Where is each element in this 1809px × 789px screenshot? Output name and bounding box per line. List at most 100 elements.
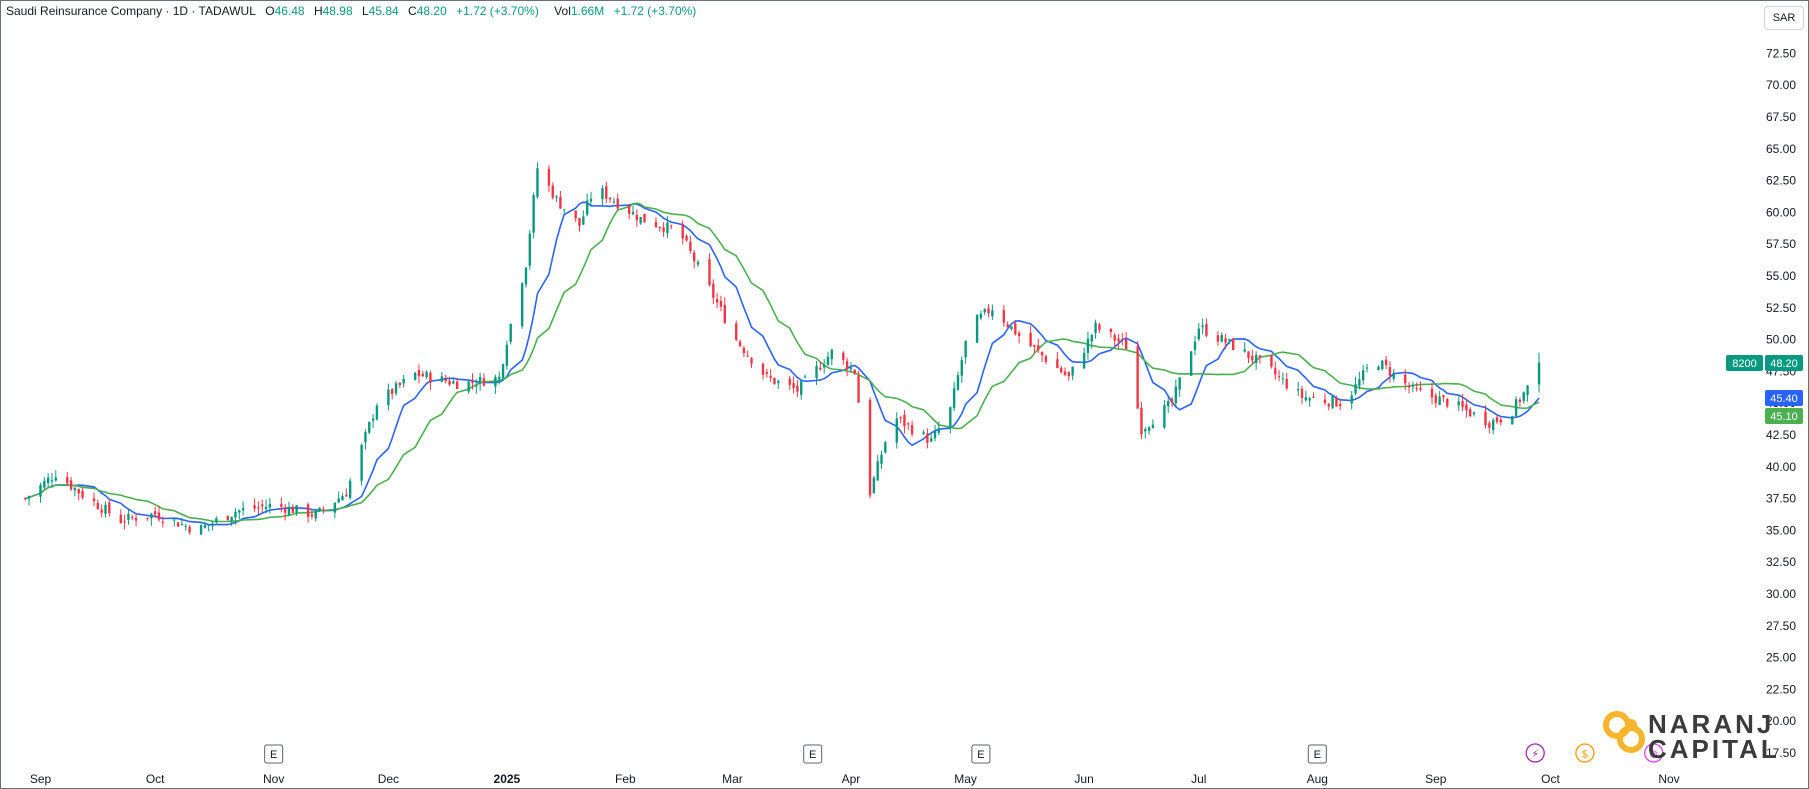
price-label: 45.40	[1770, 393, 1798, 405]
candle-body	[1189, 351, 1193, 376]
x-tick-label: Aug	[1307, 772, 1328, 786]
candle-body	[46, 477, 50, 484]
candle-body	[1381, 360, 1384, 370]
candle-body	[845, 361, 849, 370]
candle-body	[1361, 370, 1365, 381]
x-tick-label: Nov	[263, 772, 284, 786]
y-tick-label: 67.50	[1766, 110, 1796, 124]
candle-body	[681, 224, 684, 239]
candle-body	[1296, 388, 1300, 391]
candle-body	[368, 421, 371, 433]
candle-body	[899, 417, 902, 419]
candle-body	[1419, 388, 1422, 390]
candle-body	[1518, 399, 1522, 403]
y-tick-label: 30.00	[1766, 587, 1796, 601]
candle-body	[498, 376, 501, 380]
candle-body	[933, 430, 937, 439]
countdown-label: 8200	[1732, 358, 1756, 370]
candle-body	[92, 498, 96, 502]
candle-body	[1469, 409, 1472, 417]
candle-body	[54, 477, 57, 481]
event-markers[interactable]: E E E E ⚡ $ ⊘	[264, 743, 1664, 764]
candle-body	[964, 340, 967, 358]
candle-body	[922, 432, 925, 434]
x-tick-label: Apr	[842, 772, 861, 786]
time-axis[interactable]: Sep Oct Nov Dec 2025 Feb Mar Apr May Jun Jul Aug Sep…	[30, 772, 1680, 786]
price-label: 45.10	[1770, 411, 1798, 423]
candle-body	[1407, 385, 1411, 388]
candle-body	[131, 516, 134, 518]
candle-body	[601, 188, 604, 200]
candle-body	[1404, 374, 1407, 384]
candle-body	[1499, 419, 1502, 423]
candle-body	[1059, 367, 1063, 373]
x-tick-label: Oct	[1541, 772, 1560, 786]
candle-body	[1136, 346, 1139, 409]
candle-body	[578, 217, 581, 226]
y-tick-label: 65.00	[1766, 142, 1796, 156]
candle-body	[1300, 388, 1304, 398]
candle-body	[467, 381, 470, 392]
candle-body	[857, 375, 860, 403]
candle-body	[842, 352, 845, 360]
candle-body	[287, 506, 291, 516]
candle-body	[692, 252, 696, 262]
x-tick-label: 2025	[494, 772, 521, 786]
candle-body	[1511, 415, 1514, 425]
candle-body	[574, 210, 577, 219]
candle-body	[1121, 338, 1124, 340]
candle-body	[1430, 388, 1434, 398]
brand-text: NARANJ CAPITAL	[1648, 711, 1780, 764]
candles	[24, 162, 1541, 535]
candle-body	[375, 405, 379, 420]
candle-body	[987, 308, 990, 314]
candle-body	[66, 477, 69, 484]
earnings-marker: E	[809, 749, 816, 761]
candle-body	[73, 488, 77, 491]
candle-body	[226, 515, 230, 520]
candle-body	[482, 378, 486, 386]
candle-body	[1201, 325, 1204, 328]
candle-body	[1017, 332, 1021, 336]
candle-body	[803, 376, 807, 378]
candle-body	[100, 509, 103, 513]
candle-body	[1327, 403, 1330, 407]
candle-body	[910, 425, 914, 435]
candle-body	[153, 511, 157, 515]
candle-body	[238, 510, 241, 513]
candle-body	[612, 201, 616, 203]
candle-body	[1358, 379, 1361, 386]
candle-body	[1014, 323, 1017, 335]
candle-body	[1197, 328, 1200, 340]
candle-body	[773, 377, 776, 384]
candle-body	[1446, 399, 1449, 407]
candle-body	[1354, 384, 1357, 394]
candle-body	[853, 369, 856, 374]
candle-body	[1006, 324, 1009, 327]
candle-body	[211, 523, 214, 525]
moving-averages	[24, 201, 1540, 526]
candle-body	[471, 380, 474, 383]
ma-slow-line	[24, 202, 1540, 523]
candle-body	[333, 502, 337, 513]
candle-body	[230, 516, 233, 522]
candle-body	[1113, 335, 1116, 341]
y-tick-label: 37.50	[1766, 492, 1796, 506]
candle-body	[1339, 404, 1342, 407]
candle-body	[1224, 338, 1227, 343]
candle-body	[509, 324, 512, 342]
candle-body	[134, 518, 138, 521]
candle-body	[1285, 379, 1288, 389]
price-chart[interactable]: 17.5020.0022.5025.0027.5030.0032.5035.00…	[0, 0, 1809, 789]
y-tick-label: 27.50	[1766, 619, 1796, 633]
y-tick-label: 50.00	[1766, 333, 1796, 347]
y-tick-label: 32.50	[1766, 555, 1796, 569]
y-tick-label: 55.00	[1766, 269, 1796, 283]
candle-body	[1109, 329, 1113, 333]
brand-line-2: CAPITAL	[1648, 734, 1780, 764]
candle-body	[1277, 376, 1281, 378]
candle-body	[635, 215, 639, 221]
candle-body	[708, 259, 711, 285]
candle-body	[884, 442, 887, 453]
candle-body	[868, 399, 872, 496]
